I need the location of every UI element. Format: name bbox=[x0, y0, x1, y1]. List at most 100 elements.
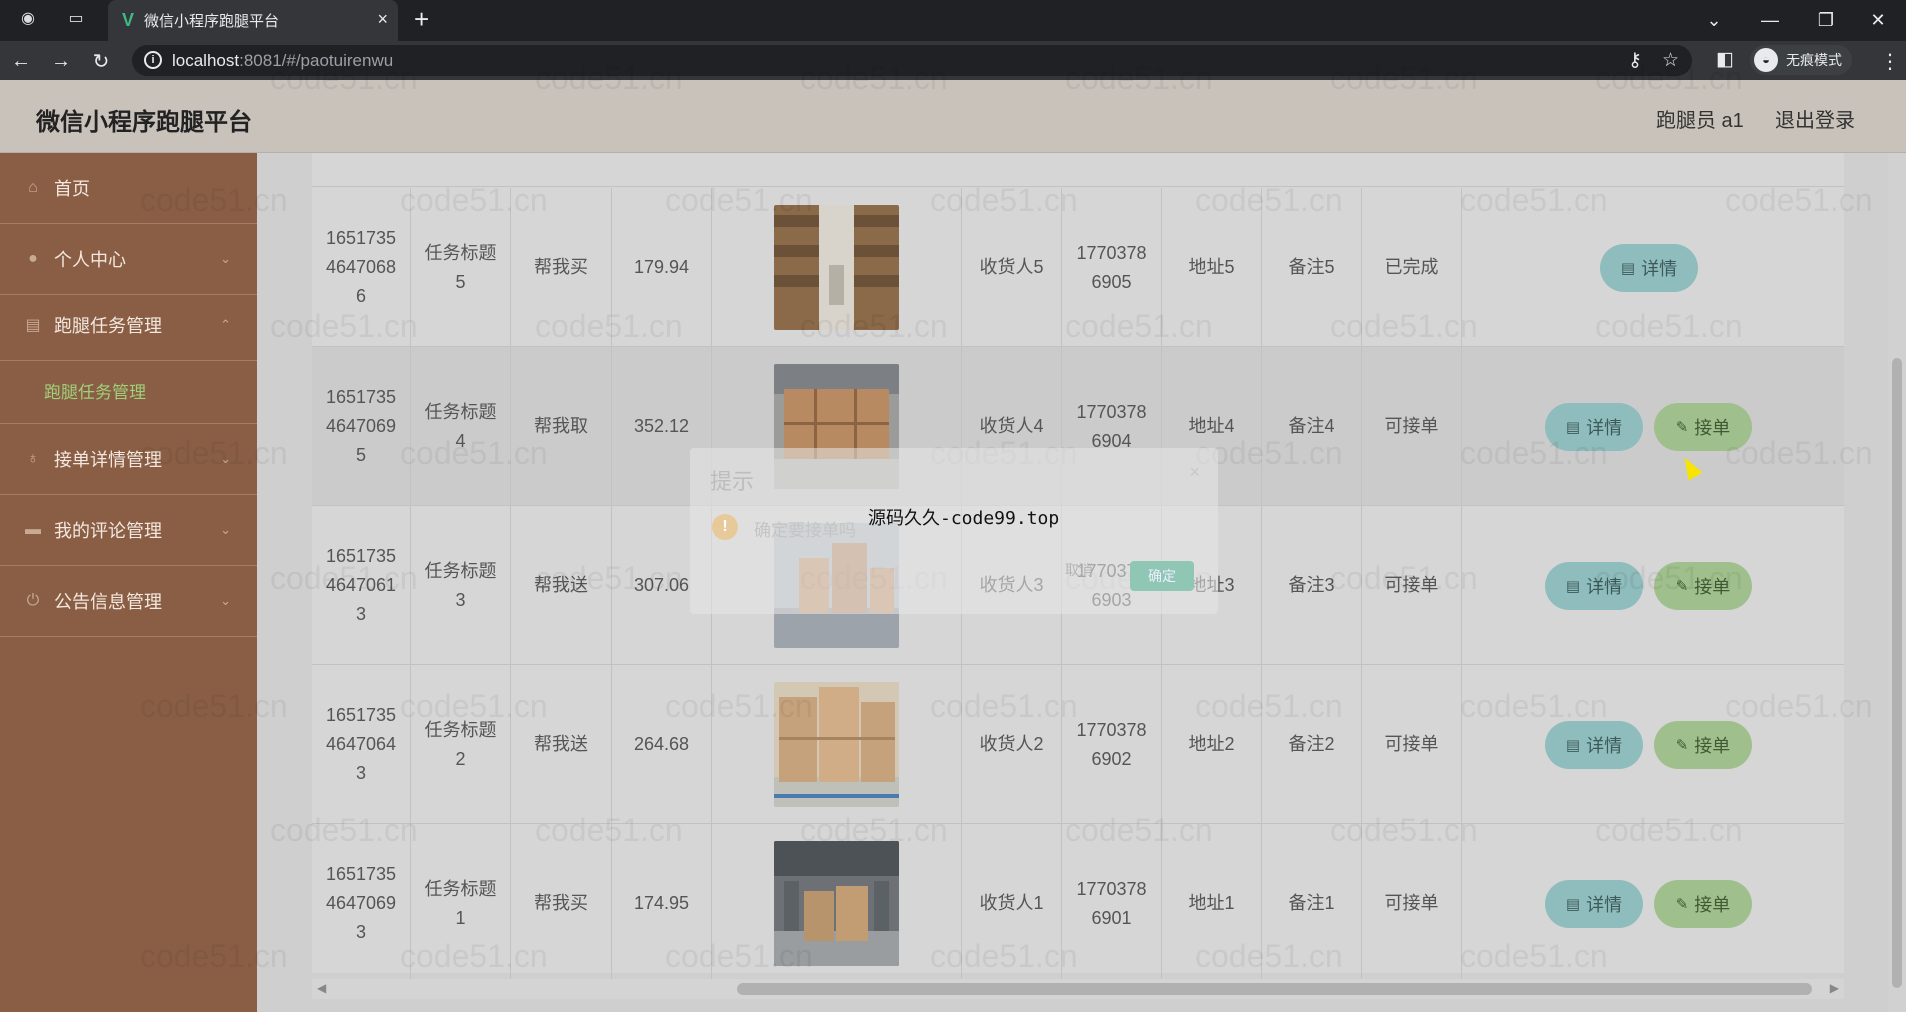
home-icon: ⌂ bbox=[28, 179, 38, 196]
forward-icon[interactable]: → bbox=[48, 48, 74, 74]
type-cell: 帮我买 bbox=[511, 824, 612, 983]
sidebar-item-home[interactable]: ⌂ 首页 bbox=[0, 153, 257, 224]
scroll-left-icon[interactable]: ◀ bbox=[317, 981, 326, 995]
sidebar-subitem-task-manage[interactable]: 跑腿任务管理 bbox=[0, 361, 257, 424]
task-image[interactable] bbox=[774, 841, 899, 966]
vertical-scrollbar[interactable] bbox=[1888, 153, 1906, 1012]
restore-icon[interactable]: ❐ bbox=[1798, 0, 1854, 41]
sidebar: ⌂ 首页 ● 个人中心 ⌄ ▤ 跑腿任务管理 ⌃ 跑腿任务管理 ♁ 接单详情管理… bbox=[0, 153, 257, 1012]
bookmark-star-icon[interactable]: ☆ bbox=[1662, 49, 1679, 72]
incognito-badge[interactable]: ◒ 无痕模式 bbox=[1750, 45, 1852, 75]
tab-list-chevron-icon[interactable]: ⌄ bbox=[1686, 0, 1742, 41]
task-image[interactable] bbox=[774, 682, 899, 807]
title-cell: 任务标题 3 bbox=[411, 506, 511, 665]
status-cell: 可接单 bbox=[1362, 506, 1462, 665]
title-cell: 任务标题 1 bbox=[411, 824, 511, 983]
scroll-right-icon[interactable]: ▶ bbox=[1830, 981, 1839, 995]
site-info-icon[interactable]: i bbox=[144, 51, 162, 69]
id-cell: 1651735 4647064 3 bbox=[312, 665, 411, 824]
dialog-title: 提示 bbox=[710, 469, 755, 494]
address-cell: 地址1 bbox=[1162, 824, 1262, 983]
status-cell: 可接单 bbox=[1362, 665, 1462, 824]
id-cell: 1651735 4647069 3 bbox=[312, 824, 411, 983]
detail-button[interactable]: ▤ 详情 bbox=[1545, 721, 1643, 769]
table-row: 1651735 4647068 6 任务标题 5 帮我买 179.94 收货人5 17… bbox=[312, 188, 1844, 347]
title-cell: 任务标题 4 bbox=[411, 347, 511, 506]
chat-icon: ▬ bbox=[25, 521, 41, 538]
address-bar: ← → ↻ i localhost:8081/#/paotuirenwu ⚷ ☆… bbox=[0, 41, 1906, 80]
take-order-button[interactable]: ✎ 接单 bbox=[1654, 880, 1752, 928]
edit-icon: ✎ bbox=[1675, 419, 1689, 436]
image-cell bbox=[712, 824, 962, 983]
sidebar-item-tasks[interactable]: ▤ 跑腿任务管理 ⌃ bbox=[0, 290, 257, 361]
browser-menu-icon[interactable]: ⋮ bbox=[1880, 49, 1900, 74]
address-cell: 地址5 bbox=[1162, 188, 1262, 347]
image-cell bbox=[712, 188, 962, 347]
remark-cell: 备注2 bbox=[1262, 665, 1362, 824]
sidebar-item-label: 我的评论管理 bbox=[54, 521, 162, 541]
sidebar-item-notices[interactable]: ⏻ 公告信息管理 ⌄ bbox=[0, 566, 257, 637]
confirm-dialog: 提示 × ! 确定要接单吗 取消 确定 bbox=[690, 448, 1218, 614]
sidebar-item-label: 接单详情管理 bbox=[54, 450, 162, 470]
status-cell: 可接单 bbox=[1362, 347, 1462, 506]
new-tab-icon[interactable]: + bbox=[414, 4, 429, 35]
back-icon[interactable]: ← bbox=[8, 48, 34, 74]
vertical-scroll-thumb[interactable] bbox=[1892, 358, 1902, 988]
browser-tab[interactable]: V 微信小程序跑腿平台 × bbox=[108, 0, 398, 41]
vue-logo-icon: V bbox=[122, 10, 135, 30]
horizontal-scroll-thumb[interactable] bbox=[737, 983, 1812, 995]
incognito-icon: ◒ bbox=[1754, 48, 1778, 72]
detail-button[interactable]: ▤ 详情 bbox=[1600, 244, 1698, 292]
price-cell: 264.68 bbox=[612, 665, 712, 824]
chevron-down-icon: ⌄ bbox=[220, 451, 231, 466]
sidebar-item-label: 公告信息管理 bbox=[54, 592, 162, 612]
side-panel-icon[interactable]: ◧ bbox=[1716, 48, 1734, 71]
dialog-close-icon[interactable]: × bbox=[1189, 462, 1200, 483]
detail-button[interactable]: ▤ 详情 bbox=[1545, 880, 1643, 928]
key-icon[interactable]: ⚷ bbox=[1628, 49, 1642, 72]
sidebar-item-order-details[interactable]: ♁ 接单详情管理 ⌄ bbox=[0, 424, 257, 495]
task-image[interactable] bbox=[774, 205, 899, 330]
title-cell: 任务标题 5 bbox=[411, 188, 511, 347]
horizontal-scrollbar[interactable]: ◀ ▶ bbox=[312, 979, 1844, 999]
address-cell: 地址2 bbox=[1162, 665, 1262, 824]
take-order-button[interactable]: ✎ 接单 bbox=[1654, 562, 1752, 610]
url-text: localhost:8081/#/paotuirenwu bbox=[172, 51, 394, 70]
price-cell: 174.95 bbox=[612, 824, 712, 983]
id-cell: 1651735 4647061 3 bbox=[312, 506, 411, 665]
app-header: 微信小程序跑腿平台 跑腿员 a1 退出登录 bbox=[0, 80, 1906, 153]
table-header-remnant bbox=[312, 153, 1844, 187]
receiver-cell: 收货人5 bbox=[962, 188, 1062, 347]
dialog-message: 确定要接单吗 bbox=[754, 521, 856, 540]
app-title: 微信小程序跑腿平台 bbox=[36, 109, 252, 136]
take-order-button[interactable]: ✎ 接单 bbox=[1654, 721, 1752, 769]
sidebar-item-profile[interactable]: ● 个人中心 ⌄ bbox=[0, 224, 257, 295]
chrome-icon[interactable]: ◉ bbox=[14, 7, 42, 29]
document-icon: ▤ bbox=[1620, 260, 1636, 277]
url-field[interactable]: i localhost:8081/#/paotuirenwu ⚷ ☆ bbox=[132, 45, 1692, 76]
type-cell: 帮我送 bbox=[511, 506, 612, 665]
document-icon: ▤ bbox=[1565, 896, 1581, 913]
minimize-icon[interactable]: — bbox=[1742, 0, 1798, 41]
window-close-icon[interactable]: ✕ bbox=[1850, 0, 1906, 41]
tab-close-icon[interactable]: × bbox=[377, 9, 388, 30]
incognito-label: 无痕模式 bbox=[1786, 52, 1842, 68]
dialog-ok-button[interactable]: 确定 bbox=[1130, 561, 1194, 591]
mic-icon: ♁ bbox=[27, 450, 39, 467]
take-order-button[interactable]: ✎ 接单 bbox=[1654, 403, 1752, 451]
sidebar-item-comments[interactable]: ▬ 我的评论管理 ⌄ bbox=[0, 495, 257, 566]
detail-button[interactable]: ▤ 详情 bbox=[1545, 403, 1643, 451]
reload-icon[interactable]: ↻ bbox=[88, 48, 114, 74]
edit-icon: ✎ bbox=[1675, 737, 1689, 754]
edit-icon: ✎ bbox=[1675, 896, 1689, 913]
type-cell: 帮我送 bbox=[511, 665, 612, 824]
detail-button[interactable]: ▤ 详情 bbox=[1545, 562, 1643, 610]
sidebar-item-label: 跑腿任务管理 bbox=[54, 316, 162, 336]
tab-search-icon[interactable]: ▭ bbox=[62, 7, 90, 29]
document-icon: ▤ bbox=[1565, 578, 1581, 595]
receiver-cell: 收货人1 bbox=[962, 824, 1062, 983]
logout-link[interactable]: 退出登录 bbox=[1775, 104, 1855, 133]
id-cell: 1651735 4647068 6 bbox=[312, 188, 411, 347]
dialog-cancel-button[interactable]: 取消 bbox=[1065, 560, 1093, 580]
receiver-cell: 收货人2 bbox=[962, 665, 1062, 824]
